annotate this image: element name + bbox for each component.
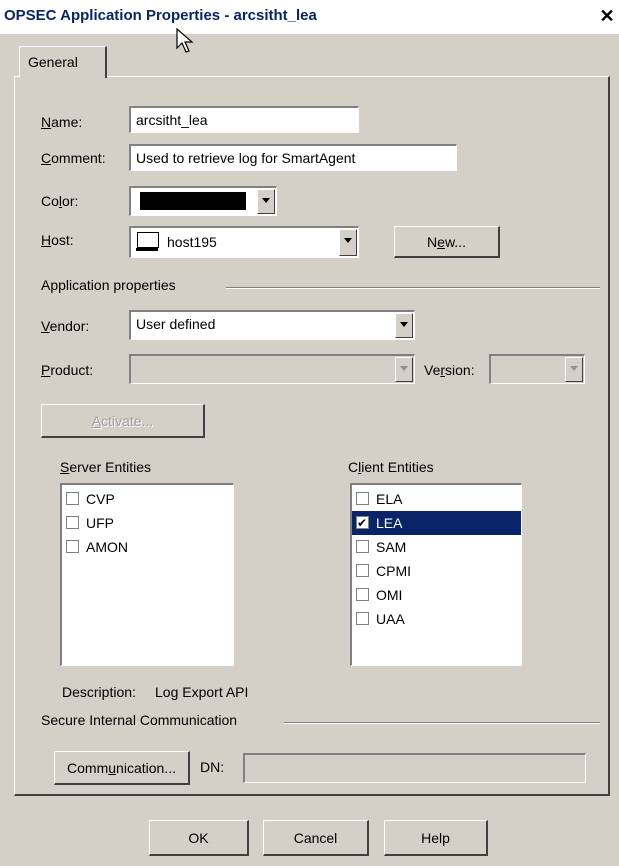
client-entity-item-label: ELA bbox=[376, 491, 403, 507]
checkbox-checked-icon[interactable] bbox=[356, 511, 369, 535]
client-entity-item-lea[interactable]: LEA bbox=[352, 511, 521, 535]
vendor-value: User defined bbox=[136, 316, 216, 332]
tab-general[interactable]: General bbox=[19, 46, 107, 78]
description-label: Description: bbox=[62, 684, 136, 700]
close-icon[interactable]: ✕ bbox=[597, 6, 617, 26]
color-label: Color: bbox=[41, 193, 79, 209]
color-dropdown[interactable] bbox=[129, 186, 277, 216]
server-entity-item-ufp[interactable]: UFP bbox=[62, 511, 233, 535]
activate-button[interactable]: Activate... bbox=[41, 404, 205, 438]
server-entity-item-label: UFP bbox=[86, 515, 114, 531]
server-entities-list[interactable]: CVP UFP AMON bbox=[60, 483, 234, 666]
server-entity-item-label: AMON bbox=[86, 539, 128, 555]
host-label: Host: bbox=[41, 232, 74, 248]
checkbox-icon[interactable] bbox=[356, 588, 369, 601]
communication-button[interactable]: Communication... bbox=[54, 751, 190, 785]
chevron-down-icon[interactable] bbox=[395, 357, 413, 382]
cancel-button[interactable]: Cancel bbox=[263, 820, 369, 856]
dn-label: DN: bbox=[200, 759, 225, 775]
client-entity-item-omi[interactable]: OMI bbox=[352, 583, 521, 607]
ok-button[interactable]: OK bbox=[149, 820, 249, 856]
client-entities-list[interactable]: ELA LEA SAM CPMI OMI UAA bbox=[350, 483, 522, 666]
client-entity-item-label: UAA bbox=[376, 611, 405, 627]
host-value: host195 bbox=[167, 234, 217, 250]
client-entity-item-label: SAM bbox=[376, 539, 407, 555]
description-value: Log Export API bbox=[155, 684, 249, 700]
chevron-down-icon[interactable] bbox=[565, 357, 583, 382]
comment-label: Comment: bbox=[41, 150, 106, 166]
vendor-dropdown[interactable]: User defined bbox=[129, 310, 415, 340]
group-divider bbox=[284, 722, 600, 724]
color-swatch bbox=[140, 192, 246, 210]
comment-field[interactable]: Used to retrieve log for SmartAgent bbox=[129, 144, 457, 171]
client-entity-item-ela[interactable]: ELA bbox=[352, 487, 521, 511]
application-properties-heading: Application properties bbox=[41, 277, 176, 293]
checkbox-icon[interactable] bbox=[356, 492, 369, 505]
product-dropdown[interactable] bbox=[129, 354, 415, 384]
server-entity-item-label: CVP bbox=[86, 491, 115, 507]
version-dropdown[interactable] bbox=[489, 354, 585, 384]
mouse-cursor-icon bbox=[176, 28, 194, 53]
product-label: Product: bbox=[41, 362, 94, 378]
name-field[interactable]: arcsitht_lea bbox=[129, 106, 359, 133]
client-entity-item-cpmi[interactable]: CPMI bbox=[352, 559, 521, 583]
name-label: Name: bbox=[41, 114, 83, 130]
vendor-label: Vendor: bbox=[41, 318, 90, 334]
checkbox-icon[interactable] bbox=[66, 516, 79, 529]
client-entity-item-label: LEA bbox=[376, 515, 403, 531]
client-entity-item-uaa[interactable]: UAA bbox=[352, 607, 521, 631]
checkbox-icon[interactable] bbox=[356, 612, 369, 625]
dn-field[interactable] bbox=[243, 753, 586, 783]
new-host-button[interactable]: New... bbox=[394, 226, 500, 258]
chevron-down-icon[interactable] bbox=[257, 189, 275, 214]
sic-heading: Secure Internal Communication bbox=[41, 712, 238, 728]
client-entity-item-sam[interactable]: SAM bbox=[352, 535, 521, 559]
version-label: Version: bbox=[424, 362, 475, 378]
server-entity-item-amon[interactable]: AMON bbox=[62, 535, 233, 559]
chevron-down-icon[interactable] bbox=[339, 229, 357, 256]
help-button[interactable]: Help bbox=[384, 820, 488, 856]
server-entities-label: Server Entities bbox=[60, 459, 152, 475]
window-title: OPSEC Application Properties - arcsitht_… bbox=[4, 7, 317, 24]
client-entity-item-label: OMI bbox=[376, 587, 403, 603]
checkbox-icon[interactable] bbox=[66, 540, 79, 553]
server-entity-item-cvp[interactable]: CVP bbox=[62, 487, 233, 511]
computer-icon bbox=[136, 232, 159, 251]
chevron-down-icon[interactable] bbox=[395, 313, 413, 338]
group-divider bbox=[226, 287, 600, 289]
client-entity-item-label: CPMI bbox=[376, 563, 411, 579]
checkbox-icon[interactable] bbox=[356, 564, 369, 577]
host-dropdown[interactable]: host195 bbox=[129, 226, 359, 258]
checkbox-icon[interactable] bbox=[66, 492, 79, 505]
client-entities-label: Client Entities bbox=[348, 459, 434, 475]
checkbox-icon[interactable] bbox=[356, 540, 369, 553]
